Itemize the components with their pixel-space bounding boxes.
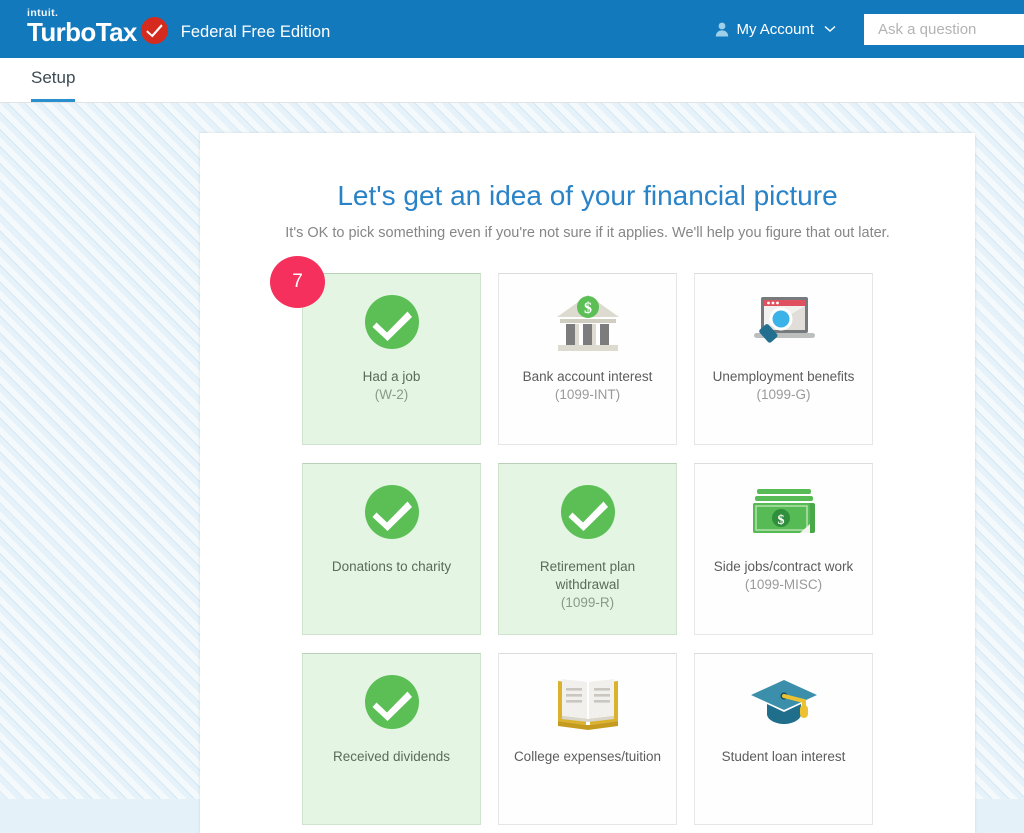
topic-card-bank-account-interest[interactable]: $ Bank account interest (1099-INT): [498, 273, 677, 445]
bank-icon: $: [499, 276, 676, 368]
svg-text:$: $: [777, 513, 784, 528]
my-account-menu[interactable]: My Account: [715, 21, 836, 38]
graduation-cap-icon: [695, 656, 872, 748]
card-form-number: (1099-G): [756, 386, 810, 404]
turbotax-word: TurboTax: [27, 19, 137, 45]
card-label: Unemployment benefits: [705, 368, 863, 386]
card-label: Received dividends: [325, 748, 458, 766]
green-check-icon: [303, 656, 480, 748]
edition-label: Federal Free Edition: [181, 23, 331, 42]
app-header: intuit. TurboTax Federal Free Edition My…: [0, 0, 1024, 58]
page-title: Let's get an idea of your financial pict…: [200, 180, 975, 212]
card-form-number: (1099-MISC): [745, 576, 822, 594]
page-subtitle: It's OK to pick something even if you're…: [200, 225, 975, 241]
card-label: Retirement plan withdrawal: [499, 558, 676, 594]
topic-card-student-loan-interest[interactable]: Student loan interest: [694, 653, 873, 825]
money-stack-icon: $: [695, 466, 872, 558]
topic-card-had-a-job[interactable]: Had a job (W-2): [302, 273, 481, 445]
tab-bar: Setup: [0, 58, 1024, 103]
card-form-number: (W-2): [375, 386, 409, 404]
my-account-label: My Account: [736, 21, 814, 38]
intuit-wordmark: intuit.: [27, 8, 137, 19]
person-icon: [715, 22, 729, 37]
green-check-icon: [499, 466, 676, 558]
card-label: Had a job: [355, 368, 429, 386]
card-form-number: (1099-INT): [555, 386, 620, 404]
green-check-icon: [303, 276, 480, 368]
card-label: Donations to charity: [324, 558, 459, 576]
tab-setup[interactable]: Setup: [31, 68, 75, 102]
open-book-icon: [499, 656, 676, 748]
topic-card-grid: Had a job (W-2) $ Bank account: [302, 273, 873, 825]
topic-card-college-expenses-tuition[interactable]: College expenses/tuition: [498, 653, 677, 825]
card-label: Bank account interest: [515, 368, 661, 386]
card-label: Student loan interest: [714, 748, 854, 766]
topic-card-donations-to-charity[interactable]: Donations to charity: [302, 463, 481, 635]
turbotax-wordmark: intuit. TurboTax: [27, 8, 137, 45]
topic-card-retirement-plan-withdrawal[interactable]: Retirement plan withdrawal (1099-R): [498, 463, 677, 635]
laptop-search-icon: [695, 276, 872, 368]
header-actions: My Account: [715, 0, 1024, 58]
brand-logo[interactable]: intuit. TurboTax Federal Free Edition: [27, 8, 330, 45]
card-form-number: (1099-R): [561, 594, 614, 612]
search-input[interactable]: [864, 14, 1024, 45]
step-badge-7: 7: [270, 256, 325, 308]
green-check-icon: [303, 466, 480, 558]
content-panel: Let's get an idea of your financial pict…: [200, 133, 975, 833]
topic-card-unemployment-benefits[interactable]: Unemployment benefits (1099-G): [694, 273, 873, 445]
card-label: College expenses/tuition: [506, 748, 669, 766]
svg-text:$: $: [584, 300, 592, 317]
turbotax-check-icon: [141, 17, 168, 44]
chevron-down-icon: [824, 25, 836, 33]
card-label: Side jobs/contract work: [706, 558, 862, 576]
topic-card-side-jobs-contract-work[interactable]: $ Side jobs/contract work (1099-MISC): [694, 463, 873, 635]
topic-card-received-dividends[interactable]: Received dividends: [302, 653, 481, 825]
